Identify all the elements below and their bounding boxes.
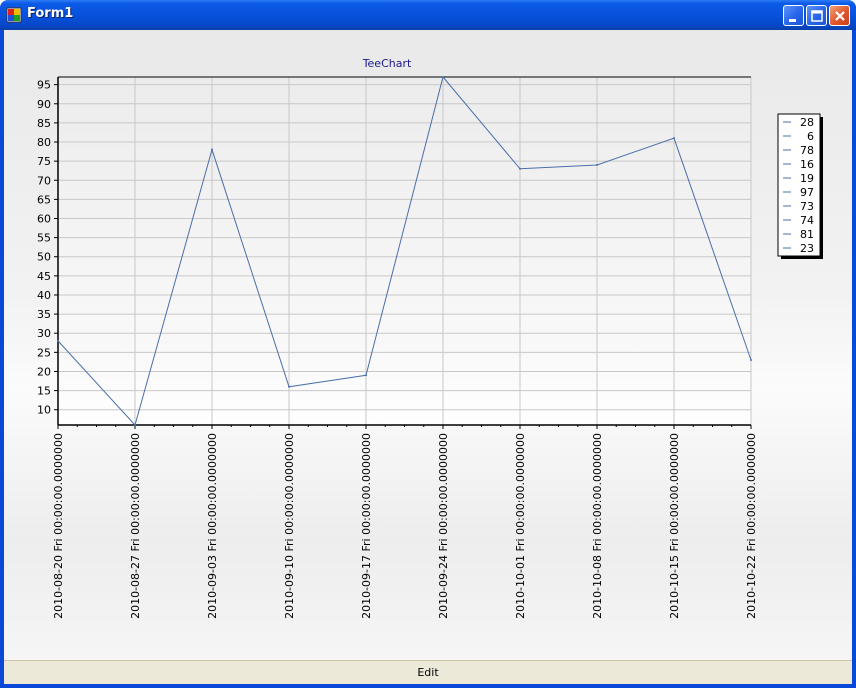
y-tick-label: 85 [37, 117, 51, 130]
legend-entry: 19 [800, 172, 814, 185]
legend-entry: 73 [800, 200, 814, 213]
y-tick-label: 35 [37, 308, 51, 321]
data-point [596, 163, 598, 166]
x-tick-label: 2010-10-08 Fri 00:00:00.0000000 [591, 433, 604, 619]
y-tick-label: 75 [37, 155, 51, 168]
tee-chart[interactable]: TeeChart 10 15 20 25 30 35 40 45 50 55 60 65 70 75 80 8… [4, 30, 852, 660]
legend-entry: 74 [800, 214, 814, 227]
legend-entry: 16 [800, 158, 814, 171]
minimize-icon [789, 19, 796, 22]
data-point [211, 148, 213, 151]
y-tick-label: 95 [37, 79, 51, 92]
x-tick-label: 2010-10-01 Fri 00:00:00.0000000 [514, 433, 527, 619]
y-tick-label: 65 [37, 193, 51, 206]
x-tick-label: 2010-09-24 Fri 00:00:00.0000000 [437, 433, 450, 619]
y-tick-label: 45 [37, 270, 51, 283]
maximize-icon [811, 10, 823, 22]
x-tick-label: 2010-09-03 Fri 00:00:00.0000000 [206, 433, 219, 619]
data-point [673, 137, 675, 140]
y-tick-label: 15 [37, 385, 51, 398]
y-tick-label: 20 [37, 365, 51, 378]
window-title: Form1 [27, 6, 74, 21]
data-point [442, 76, 444, 78]
title-bar[interactable]: Form1 [0, 0, 856, 30]
y-tick-label: 80 [37, 136, 51, 149]
x-tick-label: 2010-10-15 Fri 00:00:00.0000000 [668, 433, 681, 619]
legend-entry: 28 [800, 116, 814, 129]
client-area: TeeChart 10 15 20 25 30 35 40 45 50 55 60 65 70 75 80 8… [4, 30, 852, 684]
chart-title: TeeChart [362, 57, 412, 70]
x-tick-label: 2010-08-20 Fri 00:00:00.0000000 [52, 433, 65, 619]
app-window: Form1 TeeChart 10 15 20 25 30 35 40 45 50 55 60 65 7… [0, 0, 856, 688]
x-tick-label: 2010-09-10 Fri 00:00:00.0000000 [283, 433, 296, 619]
legend-entry: 97 [800, 186, 814, 199]
plot-area [58, 77, 751, 425]
close-icon [835, 11, 845, 21]
minimize-button[interactable] [783, 5, 804, 26]
y-tick-label: 30 [37, 327, 51, 340]
edit-button[interactable]: Edit [4, 660, 852, 684]
y-tick-label: 25 [37, 346, 51, 359]
legend-entry: 23 [800, 242, 814, 255]
y-tick-label: 50 [37, 251, 51, 264]
x-tick-label: 2010-10-22 Fri 00:00:00.0000000 [745, 433, 758, 619]
y-tick-label: 10 [37, 404, 51, 417]
maximize-button[interactable] [806, 5, 827, 26]
close-button[interactable] [829, 5, 850, 26]
y-tick-label: 60 [37, 212, 51, 225]
data-point [750, 358, 752, 361]
x-tick-label: 2010-09-17 Fri 00:00:00.0000000 [360, 433, 373, 619]
y-tick-label: 70 [37, 174, 51, 187]
data-point [288, 385, 290, 388]
data-point [365, 374, 367, 377]
x-tick-label: 2010-08-27 Fri 00:00:00.0000000 [129, 433, 142, 619]
y-tick-label: 55 [37, 232, 51, 245]
data-point [134, 424, 136, 426]
legend-entry: 81 [800, 228, 814, 241]
y-tick-label: 40 [37, 289, 51, 302]
y-tick-label: 90 [37, 98, 51, 111]
data-point [57, 339, 59, 342]
app-icon[interactable] [6, 7, 22, 23]
data-point [519, 167, 521, 170]
legend-entry: 6 [807, 130, 814, 143]
legend-entry: 78 [800, 144, 814, 157]
